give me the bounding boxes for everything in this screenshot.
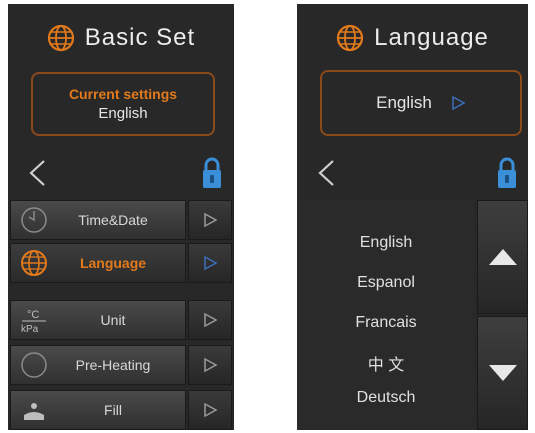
language-option-francais[interactable]: Francais bbox=[297, 314, 475, 332]
menu-row-fill: Fill bbox=[8, 390, 234, 430]
language-option-english[interactable]: English bbox=[297, 234, 475, 252]
triangle-up-icon bbox=[488, 249, 517, 265]
scroll-controls bbox=[477, 200, 528, 430]
language-panel: Language English English Espanol Francai… bbox=[297, 4, 528, 430]
time-date-arrow-button[interactable] bbox=[188, 200, 232, 240]
pre-heating-label: Pre-Heating bbox=[75, 357, 151, 373]
menu-row-language: Language bbox=[8, 243, 234, 283]
current-settings-box: Current settings English bbox=[31, 72, 215, 136]
triangle-down-icon bbox=[488, 365, 517, 381]
scroll-down-button[interactable] bbox=[477, 316, 528, 430]
language-button[interactable]: Language bbox=[10, 243, 186, 283]
globe-icon bbox=[21, 250, 47, 276]
basic-set-header: Basic Set bbox=[8, 18, 234, 58]
unit-button[interactable]: °C kPa Unit bbox=[10, 300, 186, 340]
language-label: Language bbox=[79, 255, 147, 271]
language-arrow-button[interactable] bbox=[188, 243, 232, 283]
time-date-button[interactable]: Time&Date bbox=[10, 200, 186, 240]
scroll-up-button[interactable] bbox=[477, 200, 528, 314]
menu-row-time-date: Time&Date bbox=[8, 200, 234, 240]
language-option-espanol[interactable]: Espanol bbox=[297, 274, 475, 292]
fill-button[interactable]: Fill bbox=[10, 390, 186, 430]
menu-row-pre-heating: Pre-Heating bbox=[8, 345, 234, 385]
current-settings-title: Current settings bbox=[68, 86, 178, 102]
language-option-deutsch[interactable]: Deutsch bbox=[297, 389, 475, 407]
clock-icon bbox=[21, 207, 47, 233]
play-arrow-icon bbox=[204, 312, 218, 328]
pre-heating-button[interactable]: Pre-Heating bbox=[10, 345, 186, 385]
back-chevron-icon[interactable] bbox=[26, 158, 50, 188]
play-arrow-icon bbox=[204, 255, 218, 271]
selected-language-value: English bbox=[376, 93, 432, 112]
lock-icon[interactable] bbox=[201, 156, 223, 190]
svg-text:kPa: kPa bbox=[21, 324, 39, 335]
page-title: Basic Set bbox=[84, 24, 196, 51]
lock-icon[interactable] bbox=[496, 156, 518, 190]
time-date-label: Time&Date bbox=[78, 212, 148, 228]
unit-arrow-button[interactable] bbox=[188, 300, 232, 340]
play-arrow-icon bbox=[204, 357, 218, 373]
nav-row bbox=[8, 152, 234, 194]
play-arrow-icon bbox=[204, 212, 218, 228]
fill-icon bbox=[24, 403, 44, 420]
language-option-chinese[interactable]: 中 文 bbox=[297, 351, 475, 375]
current-settings-value: English bbox=[98, 105, 148, 122]
language-header: Language bbox=[297, 18, 528, 58]
svg-text:°C: °C bbox=[27, 309, 39, 321]
globe-icon bbox=[337, 24, 364, 52]
play-arrow-icon bbox=[452, 95, 466, 111]
fill-label: Fill bbox=[104, 402, 122, 418]
menu-row-unit: °C kPa Unit bbox=[8, 300, 234, 340]
pre-heating-arrow-button[interactable] bbox=[188, 345, 232, 385]
fill-arrow-button[interactable] bbox=[188, 390, 232, 430]
play-arrow-icon bbox=[204, 402, 218, 418]
unit-label: Unit bbox=[100, 312, 126, 328]
temperature-kpa-icon: °C kPa bbox=[21, 309, 46, 335]
basic-set-panel: Basic Set Current settings English Time&… bbox=[8, 4, 234, 430]
nav-row bbox=[297, 152, 528, 194]
page-title: Language bbox=[374, 24, 489, 51]
circle-icon bbox=[21, 352, 47, 378]
selected-language-box[interactable]: English bbox=[320, 70, 522, 136]
language-list: English Espanol Francais 中 文 Deutsch bbox=[297, 200, 475, 430]
back-chevron-icon[interactable] bbox=[315, 158, 339, 188]
globe-icon bbox=[47, 24, 74, 52]
